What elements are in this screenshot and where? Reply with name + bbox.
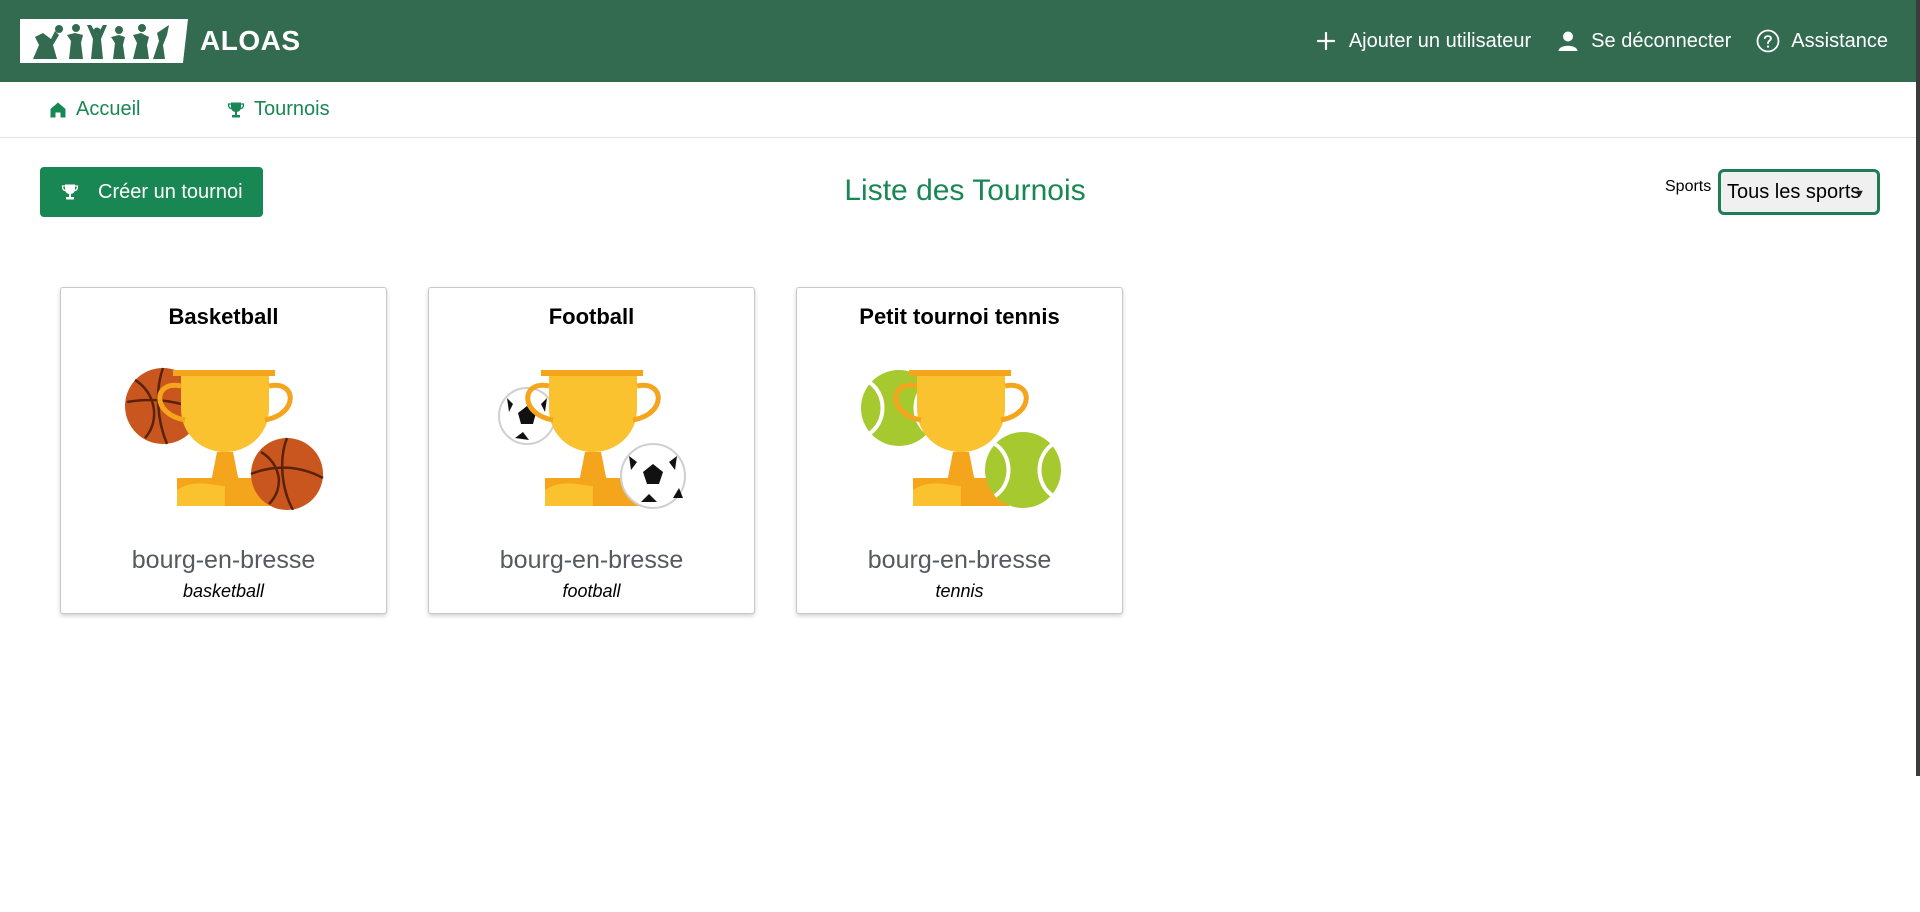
brand-name: ALOAS [200,25,301,56]
top-header: ALOAS Ajouter un utilisateur Se déconnec… [0,0,1916,82]
nav-item-tournois-label: Tournois [254,98,330,120]
tournament-sport: basketball [182,581,265,601]
tournament-sport: tennis [935,581,984,601]
tournament-name: Football [548,304,635,329]
chevron-down-icon: ▼ [1854,188,1865,200]
tournament-city: bourg-en-bresse [499,546,684,574]
trophy-icon [226,100,246,120]
logout-label: Se déconnecter [1591,29,1732,52]
nav-item-tournois[interactable]: Tournois [226,98,330,121]
scrollbar-thumb[interactable] [1916,0,1920,776]
plus-icon [1313,28,1339,54]
add-user-button[interactable]: Ajouter un utilisateur [1313,28,1531,54]
page-scrollbar[interactable] [1916,0,1920,912]
sports-filter-value: Tous les sports [1727,180,1861,203]
logo-athletes [20,19,188,63]
trophy-tennis-image [861,360,1061,510]
tournament-card[interactable]: Basketball bourg-en-bresse basketball [60,287,387,614]
header-actions: Ajouter un utilisateur Se déconnecter As… [1289,28,1888,54]
tournament-sport: football [562,581,621,601]
nav-bar: Accueil Tournois [0,82,1916,138]
tournament-name: Basketball [168,304,279,329]
sports-filter-select[interactable]: Tous les sports ▼ [1718,169,1880,215]
assistance-button[interactable]: Assistance [1755,28,1888,54]
brand[interactable]: ALOAS [20,19,301,63]
trophy-icon [60,182,80,202]
user-icon [1555,28,1581,54]
create-tournament-label: Créer un tournoi [98,180,243,203]
tournament-city: bourg-en-bresse [131,546,316,574]
nav-item-accueil-label: Accueil [76,98,141,120]
sports-filter-label: Sports [1665,178,1712,195]
tournament-list: Basketball bourg-en-bresse basketball Fo [60,287,1164,614]
tournament-name: Petit tournoi tennis [859,304,1060,329]
create-tournament-button[interactable]: Créer un tournoi [40,167,263,217]
home-icon [48,100,68,120]
trophy-basketball-image [125,360,325,511]
add-user-label: Ajouter un utilisateur [1348,29,1532,52]
assistance-label: Assistance [1791,29,1888,52]
trophy-football-image [493,360,693,510]
tournament-card[interactable]: Football bourg-en-bresse football [428,287,755,614]
logout-button[interactable]: Se déconnecter [1555,28,1731,54]
tournament-city: bourg-en-bresse [867,546,1052,574]
nav-item-accueil[interactable]: Accueil [48,98,140,121]
help-circle-icon [1755,28,1781,54]
page-title: Liste des Tournois [844,174,1086,207]
tournament-card[interactable]: Petit tournoi tennis bourg-en-bresse ten… [796,287,1123,614]
